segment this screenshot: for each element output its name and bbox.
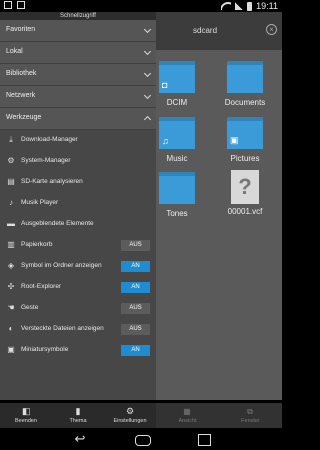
section-werkzeuge[interactable]: Werkzeuge [0, 108, 156, 130]
tool-system-manager[interactable]: ⚙ System-Manager [0, 151, 156, 172]
toggle-row-miniatursymbole[interactable]: ▣ Miniatursymbole AN [0, 340, 156, 361]
exit-button[interactable]: ◧ Beenden [0, 403, 52, 428]
system-icon: ⚙ [7, 156, 15, 165]
symbol-im-ordner-toggle[interactable]: AN [121, 261, 150, 272]
file-item[interactable]: Documents [213, 61, 277, 119]
back-icon[interactable]: ↩ [72, 431, 88, 447]
hidden-files-icon: ◐ [8, 324, 14, 333]
recent-apps-icon[interactable] [196, 431, 212, 447]
sd-card-icon: ▤ [7, 177, 15, 186]
status-time: 19:11 [256, 1, 278, 11]
drawer-header: Schnellzugriff [0, 12, 156, 20]
question-mark-icon: ? [231, 170, 259, 204]
file-item[interactable]: ? 00001.vcf [213, 170, 277, 228]
windows-button[interactable]: ⧉ Fenster [219, 403, 282, 428]
toggle-row-papierkorb[interactable]: ▥ Papierkorb AUS [0, 235, 156, 256]
battery-icon [247, 1, 253, 11]
folder-icon: ▬ [7, 219, 15, 228]
tool-sd-card-analyze[interactable]: ▤ SD-Karte analysieren [0, 172, 156, 193]
folder-icon: ▣ [227, 117, 263, 149]
signal-icon [235, 2, 244, 10]
trash-icon: ▥ [7, 240, 15, 249]
view-button[interactable]: ▦ Ansicht [156, 403, 219, 428]
toggle-row-geste[interactable]: ☚ Geste AUS [0, 298, 156, 319]
folder-icon [159, 172, 195, 204]
image-icon: ▣ [230, 135, 239, 145]
status-bar: 19:11 [0, 0, 282, 12]
system-navigation-bar: ↩ [0, 428, 282, 450]
section-favoriten[interactable]: Favoriten [0, 20, 156, 42]
tool-hidden-items[interactable]: ▬ Ausgeblendete Elemente [0, 214, 156, 235]
wifi-icon [221, 2, 231, 10]
miniatursymbole-toggle[interactable]: AN [121, 345, 150, 356]
root-icon: ✣ [7, 282, 15, 291]
download-icon: ⤓ [9, 135, 13, 144]
chevron-down-icon [143, 47, 152, 56]
folder-icon: ◘ [159, 61, 195, 93]
drawer-bottom-bar: ◧ Beenden ▮ Thema ⚙ Einstellungen [0, 403, 156, 428]
chevron-up-icon [143, 115, 152, 124]
thumbnail-icon: ◈ [7, 261, 15, 270]
exit-icon: ◧ [22, 406, 31, 416]
image-icon: ▣ [7, 345, 15, 354]
close-circle-icon[interactable]: × [266, 24, 277, 35]
current-path[interactable]: sdcard [193, 26, 217, 35]
root-explorer-toggle[interactable]: AN [121, 282, 150, 293]
theme-icon: ▮ [75, 406, 81, 416]
theme-button[interactable]: ▮ Thema [52, 403, 104, 428]
toggle-row-versteckte-dateien[interactable]: ◐ Versteckte Dateien anzeigen AUS [0, 319, 156, 340]
geste-toggle[interactable]: AUS [121, 303, 150, 314]
chevron-down-icon [143, 25, 152, 34]
settings-button[interactable]: ⚙ Einstellungen [104, 403, 156, 428]
windows-icon: ⧉ [247, 407, 253, 416]
music-note-icon: ♫ [162, 136, 169, 146]
file-browser-bottom-bar: ▦ Ansicht ⧉ Fenster [156, 403, 282, 428]
chevron-down-icon [143, 91, 152, 100]
lock-icon [17, 1, 25, 9]
section-lokal[interactable]: Lokal [0, 42, 156, 64]
file-item[interactable]: ▣ Pictures [213, 117, 277, 175]
chevron-down-icon [143, 69, 152, 78]
music-player-icon: ♪ [9, 198, 13, 207]
notification-icon [4, 1, 12, 9]
home-icon[interactable] [135, 431, 151, 447]
gear-icon: ⚙ [126, 406, 135, 416]
tool-download-manager[interactable]: ⤓ Download-Manager [0, 130, 156, 151]
camera-icon: ◘ [162, 80, 168, 90]
gesture-icon: ☚ [7, 303, 15, 312]
navigation-drawer: Schnellzugriff Favoriten Lokal Bibliothe… [0, 12, 156, 400]
grid-icon: ▦ [183, 407, 191, 416]
notification-icons [4, 1, 25, 9]
papierkorb-toggle[interactable]: AUS [121, 240, 150, 251]
section-netzwerk[interactable]: Netzwerk [0, 86, 156, 108]
versteckte-dateien-toggle[interactable]: AUS [121, 324, 150, 335]
toggle-row-root-explorer[interactable]: ✣ Root-Explorer AN [0, 277, 156, 298]
tool-music-player[interactable]: ♪ Musik Player [0, 193, 156, 214]
section-bibliothek[interactable]: Bibliothek [0, 64, 156, 86]
folder-icon [227, 61, 263, 93]
toggle-row-symbol-im-ordner[interactable]: ◈ Symbol im Ordner anzeigen AN [0, 256, 156, 277]
folder-icon: ♫ [159, 117, 195, 149]
